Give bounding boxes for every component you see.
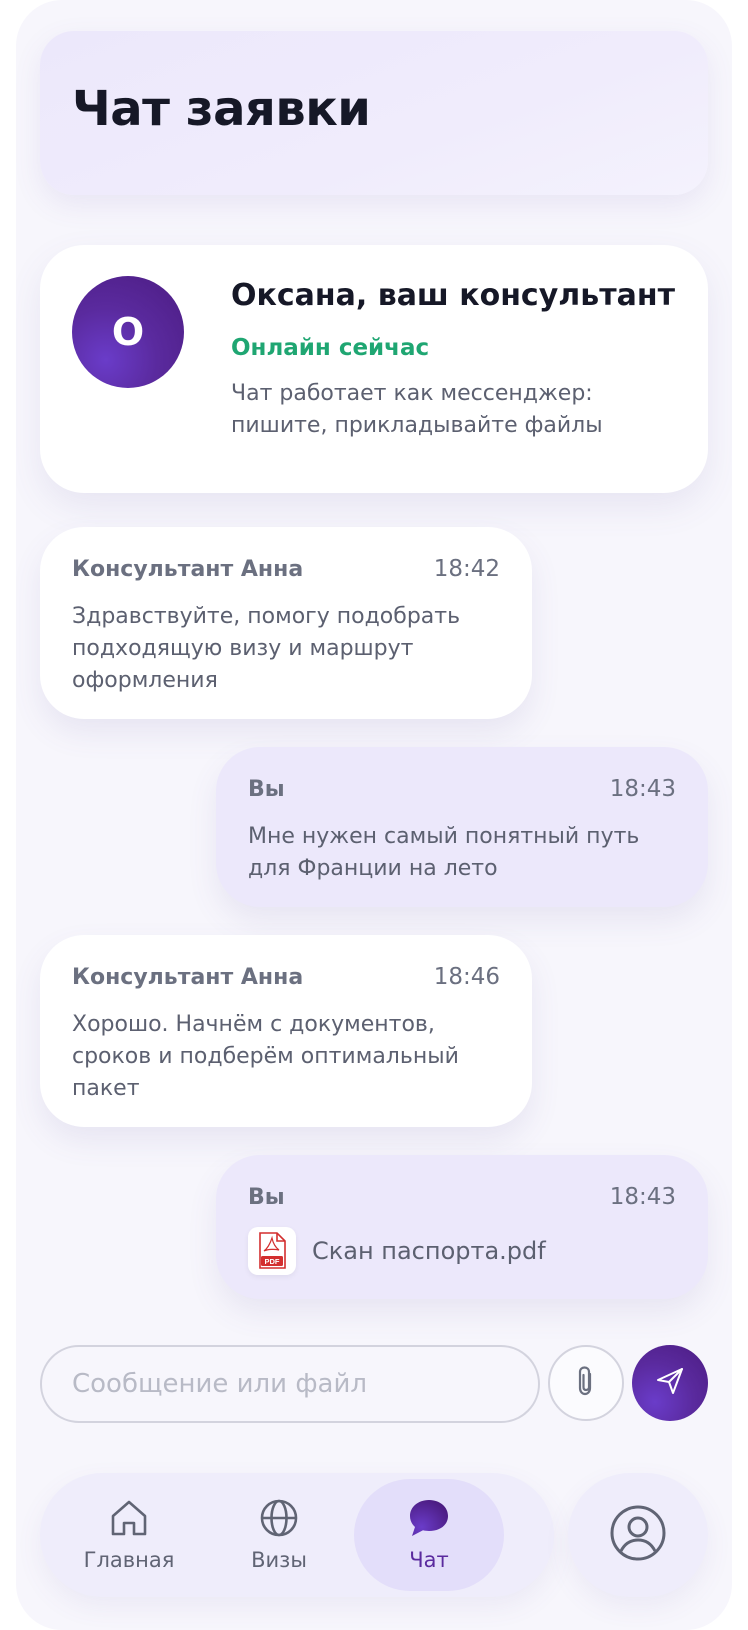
tab-label: Главная <box>83 1548 175 1572</box>
file-name[interactable]: Скан паспорта.pdf <box>312 1237 546 1265</box>
tab-chat[interactable]: Чат <box>354 1479 504 1591</box>
message-text: Здравствуйте, помогу подобрать подходящу… <box>72 604 461 693</box>
home-icon <box>109 1498 149 1542</box>
paperclip-icon <box>571 1364 601 1402</box>
message-text: Хорошо. Начнём с документов, сроков и по… <box>72 1012 459 1101</box>
message-outgoing: Вы 18:43 Мне нужен самый понятный путь д… <box>216 747 708 907</box>
message-time: 18:46 <box>433 964 500 990</box>
chat-bubble-icon <box>408 1498 450 1542</box>
profile-button[interactable] <box>568 1473 708 1597</box>
consultant-avatar: О <box>72 276 184 388</box>
online-status: Онлайн сейчас <box>231 335 430 361</box>
message-input[interactable] <box>40 1345 540 1423</box>
message-author: Вы <box>248 777 285 802</box>
page-title: Чат заявки <box>72 81 371 137</box>
message-author: Вы <box>248 1185 285 1210</box>
consultant-card: О Оксана, ваш консультант Онлайн сейчас … <box>40 245 708 493</box>
send-icon <box>655 1366 685 1400</box>
pdf-file-icon: PDF <box>248 1227 296 1275</box>
profile-icon <box>609 1504 667 1566</box>
message-author: Консультант Анна <box>72 557 304 582</box>
message-incoming: Консультант Анна 18:42 Здравствуйте, пом… <box>40 527 532 719</box>
message-author: Консультант Анна <box>72 965 304 990</box>
bottom-tab-bar: Главная Визы Чат <box>40 1473 554 1597</box>
attach-button[interactable] <box>548 1345 624 1421</box>
tab-home[interactable]: Главная <box>54 1479 204 1591</box>
message-time: 18:42 <box>433 556 500 582</box>
tab-label: Чат <box>409 1548 449 1572</box>
send-button[interactable] <box>632 1345 708 1421</box>
message-outgoing-file: Вы 18:43 PDF Скан паспорта.pdf <box>216 1155 708 1299</box>
page-header: Чат заявки <box>40 31 708 195</box>
globe-icon <box>259 1498 299 1542</box>
message-incoming: Консультант Анна 18:46 Хорошо. Начнём с … <box>40 935 532 1127</box>
chat-description: Чат работает как мессенджер: пишите, при… <box>231 381 603 438</box>
app-screen: Чат заявки О Оксана, ваш консультант Онл… <box>16 0 732 1630</box>
message-text: Мне нужен самый понятный путь для Франци… <box>248 824 640 881</box>
tab-visas[interactable]: Визы <box>204 1479 354 1591</box>
message-time: 18:43 <box>609 1184 676 1210</box>
message-time: 18:43 <box>609 776 676 802</box>
consultant-name: Оксана, ваш консультант <box>231 278 675 313</box>
tab-label: Визы <box>251 1548 307 1572</box>
file-attachment[interactable]: PDF Скан паспорта.pdf <box>248 1227 546 1275</box>
pdf-icon-label: PDF <box>265 1257 280 1266</box>
